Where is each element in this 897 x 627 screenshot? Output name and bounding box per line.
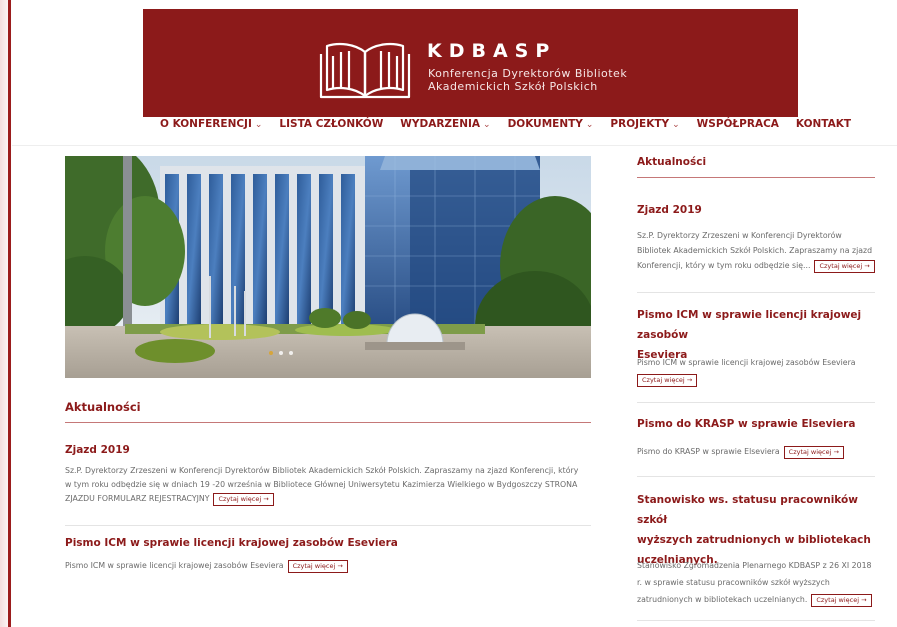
hero-slider-image[interactable] <box>65 156 591 378</box>
sidebar-section-rule <box>637 177 875 178</box>
chevron-down-icon: ⌄ <box>483 120 491 130</box>
excerpt-line: Bibliotek Akademickich Szkół Polskich. Z… <box>637 246 873 255</box>
title-line: wyższych zatrudnionych w bibliotekach <box>637 534 871 546</box>
excerpt-line: Sz.P. Dyrektorzy Zrzeszeni w Konferencji… <box>637 231 842 240</box>
site-title[interactable]: KDBASP <box>427 40 556 62</box>
site-header: KDBASP Konferencja Dyrektorów Bibliotek … <box>143 9 798 117</box>
nav-item-dokumenty[interactable]: DOKUMENTY ⌄ <box>508 118 594 132</box>
read-more-button[interactable]: Czytaj więcej → <box>637 373 698 387</box>
main-post-excerpt-2: Pismo ICM w sprawie licencji krajowej za… <box>65 559 591 573</box>
excerpt-line: Pismo do KRASP w sprawie Elseviera Czytaj… <box>637 445 875 459</box>
sidebar-post-title-3[interactable]: Pismo do KRASP w sprawie Elseviera <box>637 414 855 434</box>
nav-label: KONTAKT <box>795 118 852 130</box>
excerpt-text: Pismo ICM w sprawie licencji krajowej za… <box>65 561 284 570</box>
chevron-down-icon: ⌄ <box>585 120 594 130</box>
nav-item-projekty[interactable]: PROJEKTY ⌄ <box>610 118 679 132</box>
main-navigation: O KONFERENCJI ⌄ LISTA CZŁONKÓW WYDARZENIA… <box>160 118 851 132</box>
nav-item-wydarzenia[interactable]: WYDARZENIA ⌄ <box>400 118 490 132</box>
excerpt-line: Pismo ICM w sprawie licencji krajowej za… <box>637 358 856 367</box>
site-subtitle: Konferencja Dyrektorów Bibliotek Akademi… <box>428 67 627 93</box>
post-divider <box>65 525 591 526</box>
subtitle-line-2: Akademickich Szkół Polskich <box>428 80 598 93</box>
chevron-down-icon: ⌄ <box>672 120 680 130</box>
sidebar-divider <box>637 402 875 403</box>
excerpt-line: r. w sprawie statusu pracowników szkół w… <box>637 578 830 587</box>
left-accent-bar <box>8 0 11 627</box>
read-more-button[interactable]: Czytaj więcej → <box>213 492 274 506</box>
read-more-button[interactable]: Czytaj więcej → <box>811 593 872 607</box>
title-line: Stanowisko ws. statusu pracowników szkół <box>637 494 858 526</box>
sidebar-section-title: Aktualności <box>637 156 707 168</box>
sidebar-divider <box>637 620 875 621</box>
main-section-title: Aktualności <box>65 400 141 414</box>
excerpt-text: zatrudnionych w bibliotekach uczelnianyc… <box>637 595 808 604</box>
excerpt-text: Pismo do KRASP w sprawie Elseviera <box>637 447 780 456</box>
title-line: Pismo ICM w sprawie licencji krajowej za… <box>637 309 862 341</box>
book-logo-icon[interactable] <box>313 34 418 104</box>
excerpt-text: Konferencji, który w tym roku odbędzie s… <box>637 261 811 270</box>
excerpt-line: Pismo ICM w sprawie licencji krajowej za… <box>65 559 591 573</box>
read-more-button[interactable]: Czytaj więcej → <box>783 445 844 459</box>
nav-label: LISTA CZŁONKÓW <box>279 118 384 130</box>
nav-item-kontakt[interactable]: KONTAKT <box>796 118 851 132</box>
excerpt-line: Konferencji, który w tym roku odbędzie s… <box>637 258 875 273</box>
title-line: Pismo do KRASP w sprawie Elseviera <box>637 418 856 430</box>
excerpt-line: Sz.P. Dyrektorzy Zrzeszeni w Konferencji… <box>65 466 579 475</box>
read-more-button[interactable]: Czytaj więcej → <box>814 259 875 273</box>
nav-item-lista-czlonkow[interactable]: LISTA CZŁONKÓW <box>279 118 383 132</box>
main-section-rule <box>65 422 591 423</box>
excerpt-line: ZJAZDU FORMULARZ REJESTRACYJNY Czytaj wię… <box>65 492 591 506</box>
excerpt-line: Stanowisko Zgromadzenia Plenarnego KDBAS… <box>637 561 872 570</box>
header-divider <box>12 145 897 146</box>
sidebar-divider <box>637 292 875 293</box>
main-post-title-2[interactable]: Pismo ICM w sprawie licencji krajowej za… <box>65 533 398 553</box>
nav-label: WYDARZENIA <box>400 118 481 130</box>
title-line: Zjazd 2019 <box>637 204 702 216</box>
excerpt-line: w tym roku odbędzie się w dniach 19 -20 … <box>65 480 578 489</box>
sidebar-divider <box>637 476 875 477</box>
subtitle-line-1: Konferencja Dyrektorów Bibliotek <box>428 67 628 80</box>
chevron-down-icon: ⌄ <box>254 120 263 130</box>
library-building-photo <box>65 156 591 378</box>
nav-label: DOKUMENTY <box>507 118 583 130</box>
sidebar-post-title-1[interactable]: Zjazd 2019 <box>637 200 702 220</box>
excerpt-text: ZJAZDU FORMULARZ REJESTRACYJNY <box>65 494 210 503</box>
sidebar-post-excerpt-1: Sz.P. Dyrektorzy Zrzeszeni w Konferencji… <box>637 228 875 273</box>
left-page-accent <box>0 0 12 627</box>
main-post-excerpt-1: Sz.P. Dyrektorzy Zrzeszeni w Konferencji… <box>65 464 591 506</box>
excerpt-line: Czytaj więcej → <box>637 371 875 388</box>
sidebar-post-excerpt-3: Pismo do KRASP w sprawie Elseviera Czytaj… <box>637 445 875 459</box>
nav-label: O KONFERENCJI <box>160 118 252 130</box>
read-more-button[interactable]: Czytaj więcej → <box>287 559 348 573</box>
main-post-title-1[interactable]: Zjazd 2019 <box>65 440 130 460</box>
nav-item-wspolpraca[interactable]: WSPÓŁPRACA <box>697 118 779 132</box>
nav-item-o-konferencji[interactable]: O KONFERENCJI ⌄ <box>160 118 262 132</box>
sidebar-post-excerpt-4: Stanowisko Zgromadzenia Plenarnego KDBAS… <box>637 557 877 608</box>
nav-label: PROJEKTY <box>610 118 670 130</box>
excerpt-line: zatrudnionych w bibliotekach uczelnianyc… <box>637 591 877 608</box>
sidebar-post-excerpt-2: Pismo ICM w sprawie licencji krajowej za… <box>637 354 875 388</box>
nav-label: WSPÓŁPRACA <box>696 118 779 130</box>
